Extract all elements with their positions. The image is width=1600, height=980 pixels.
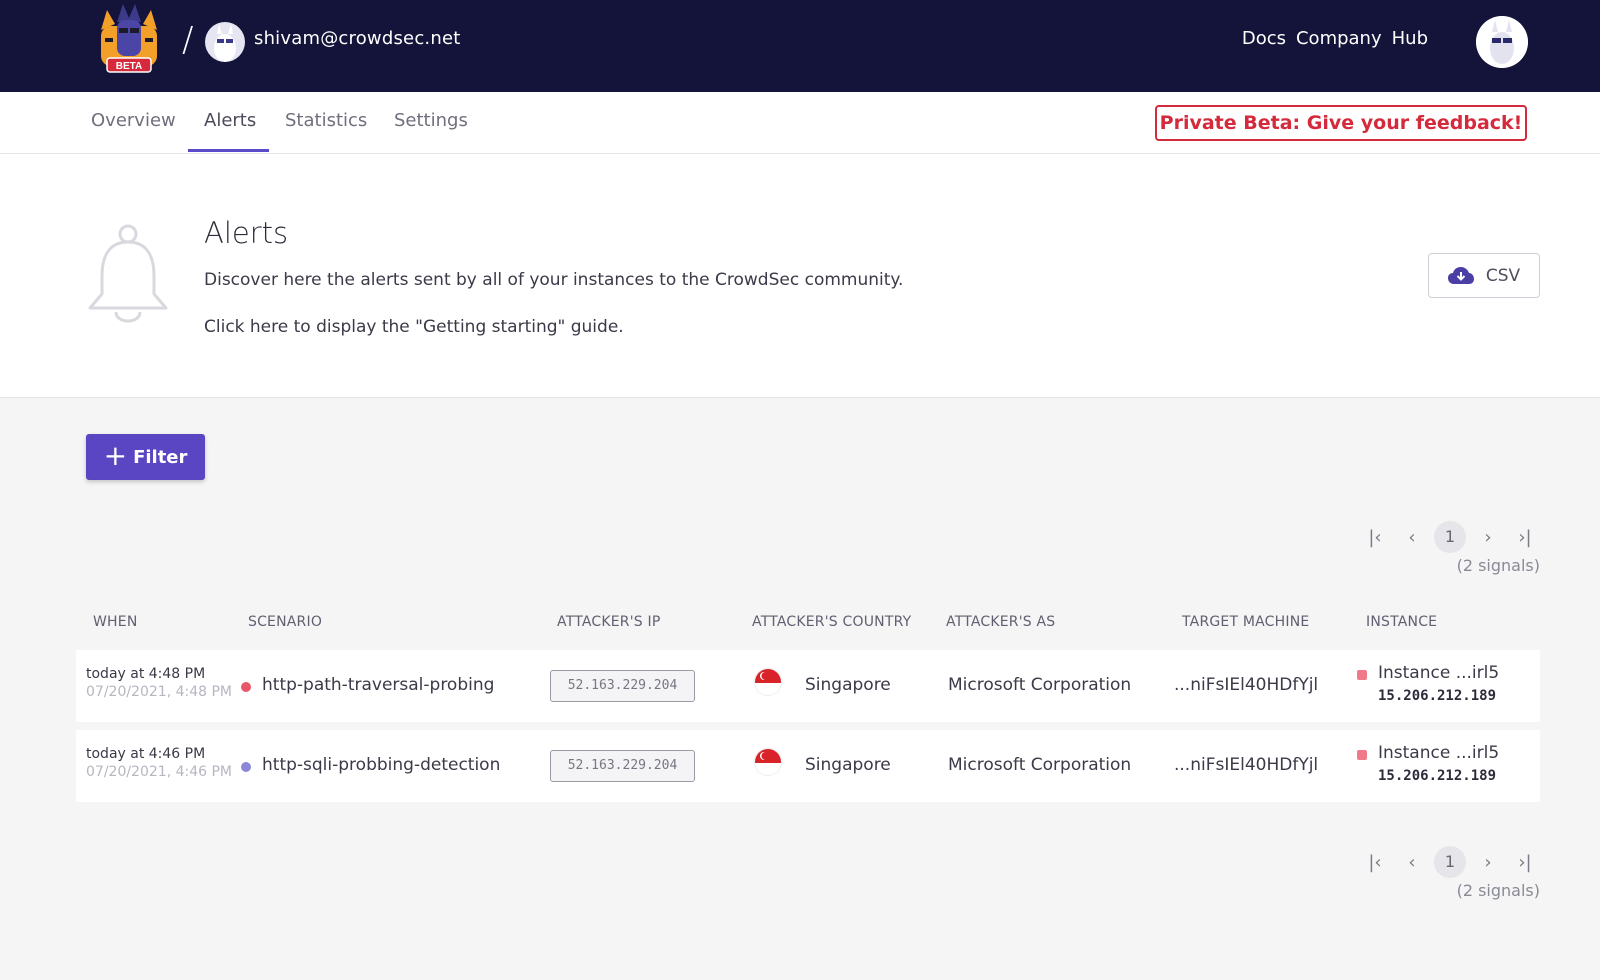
col-attacker-ip: ATTACKER'S IP xyxy=(557,614,661,630)
plus-icon: + xyxy=(103,438,128,472)
crowdsec-logo-icon[interactable]: BETA xyxy=(93,2,165,74)
when-absolute: 07/20/2021, 4:48 PM xyxy=(86,684,233,700)
instance-ip: 15.206.212.189 xyxy=(1378,768,1497,784)
tab-overview[interactable]: Overview xyxy=(91,110,176,131)
table-row[interactable]: today at 4:46 PM 07/20/2021, 4:46 PM htt… xyxy=(76,730,1540,802)
col-attacker-as: ATTACKER'S AS xyxy=(946,614,1056,630)
when-cell: today at 4:46 PM 07/20/2021, 4:46 PM xyxy=(86,746,232,780)
active-tab-indicator xyxy=(188,149,269,152)
col-target-machine: TARGET MACHINE xyxy=(1182,614,1310,630)
cloud-download-icon xyxy=(1447,266,1474,284)
prev-page-icon[interactable]: ‹ xyxy=(1397,527,1427,548)
signals-count: (2 signals) xyxy=(1456,556,1540,575)
when-relative: today at 4:48 PM xyxy=(86,666,206,682)
csv-label: CSV xyxy=(1485,265,1521,286)
scenario-name[interactable]: http-sqli-probbing-detection xyxy=(262,755,500,775)
singapore-flag-icon xyxy=(754,668,782,696)
scenario-name[interactable]: http-path-traversal-probing xyxy=(262,675,494,695)
tab-settings[interactable]: Settings xyxy=(394,110,468,131)
llama-avatar-icon xyxy=(214,24,236,62)
page-number[interactable]: 1 xyxy=(1434,521,1466,553)
last-page-icon[interactable]: ›| xyxy=(1510,852,1540,873)
feedback-button[interactable]: Private Beta: Give your feedback! xyxy=(1155,105,1527,141)
scenario-status-dot xyxy=(241,682,251,692)
breadcrumb-separator: / xyxy=(182,20,194,60)
csv-export-button[interactable]: CSV xyxy=(1428,253,1540,298)
logo-badge: BETA xyxy=(116,61,142,72)
filter-button[interactable]: + Filter xyxy=(86,434,205,480)
user-avatar[interactable] xyxy=(205,22,245,62)
tab-statistics[interactable]: Statistics xyxy=(285,110,367,131)
col-instance: INSTANCE xyxy=(1366,614,1438,630)
col-scenario: SCENARIO xyxy=(248,614,323,630)
top-links: Docs Company Hub xyxy=(1242,28,1428,49)
docs-link[interactable]: Docs xyxy=(1242,28,1286,49)
attacker-country: Singapore xyxy=(805,755,891,775)
singapore-flag-icon xyxy=(754,748,782,776)
first-page-icon[interactable]: |‹ xyxy=(1360,852,1390,873)
instance-status-dot xyxy=(1357,750,1367,760)
page-description: Discover here the alerts sent by all of … xyxy=(204,270,904,290)
when-absolute: 07/20/2021, 4:46 PM xyxy=(86,764,233,780)
signals-count: (2 signals) xyxy=(1456,881,1540,900)
page-number[interactable]: 1 xyxy=(1434,846,1466,878)
hub-link[interactable]: Hub xyxy=(1392,28,1428,49)
attacker-country: Singapore xyxy=(805,675,891,695)
last-page-icon[interactable]: ›| xyxy=(1510,527,1540,548)
llama-avatar-icon xyxy=(1476,16,1528,68)
pagination-top: |‹ ‹ 1 › ›| xyxy=(1360,520,1540,554)
instance-name[interactable]: Instance ...irl5 xyxy=(1378,743,1499,763)
instance-status-dot xyxy=(1357,670,1367,680)
when-cell: today at 4:48 PM 07/20/2021, 4:48 PM xyxy=(86,666,232,700)
company-link[interactable]: Company xyxy=(1296,28,1382,49)
target-machine[interactable]: ...niFsIEl40HDfYjl xyxy=(1174,675,1318,695)
page-title: Alerts xyxy=(204,216,289,250)
next-page-icon[interactable]: › xyxy=(1473,852,1503,873)
bell-icon xyxy=(88,224,168,323)
col-attacker-country: ATTACKER'S COUNTRY xyxy=(752,614,912,630)
next-page-icon[interactable]: › xyxy=(1473,527,1503,548)
account-avatar[interactable] xyxy=(1476,16,1528,68)
alerts-header: Alerts Discover here the alerts sent by … xyxy=(0,154,1600,398)
attacker-ip[interactable]: 52.163.229.204 xyxy=(550,750,695,782)
pagination-bottom: |‹ ‹ 1 › ›| xyxy=(1360,845,1540,879)
scenario-status-dot xyxy=(241,762,251,772)
when-relative: today at 4:46 PM xyxy=(86,746,206,762)
col-when: WHEN xyxy=(93,614,138,630)
target-machine[interactable]: ...niFsIEl40HDfYjl xyxy=(1174,755,1318,775)
instance-ip: 15.206.212.189 xyxy=(1378,688,1497,704)
attacker-as: Microsoft Corporation xyxy=(948,675,1132,695)
attacker-as: Microsoft Corporation xyxy=(948,755,1132,775)
table-row[interactable]: today at 4:48 PM 07/20/2021, 4:48 PM htt… xyxy=(76,650,1540,722)
nav-bar: Overview Alerts Statistics Settings Priv… xyxy=(0,92,1600,154)
filter-label: Filter xyxy=(133,446,188,468)
top-bar: BETA / shivam@crowdsec.net Docs Company … xyxy=(0,0,1600,92)
tab-alerts[interactable]: Alerts xyxy=(204,110,256,131)
getting-started-link[interactable]: Click here to display the "Getting start… xyxy=(204,317,624,337)
instance-name[interactable]: Instance ...irl5 xyxy=(1378,663,1499,683)
prev-page-icon[interactable]: ‹ xyxy=(1397,852,1427,873)
first-page-icon[interactable]: |‹ xyxy=(1360,527,1390,548)
attacker-ip[interactable]: 52.163.229.204 xyxy=(550,670,695,702)
user-email[interactable]: shivam@crowdsec.net xyxy=(254,28,460,49)
